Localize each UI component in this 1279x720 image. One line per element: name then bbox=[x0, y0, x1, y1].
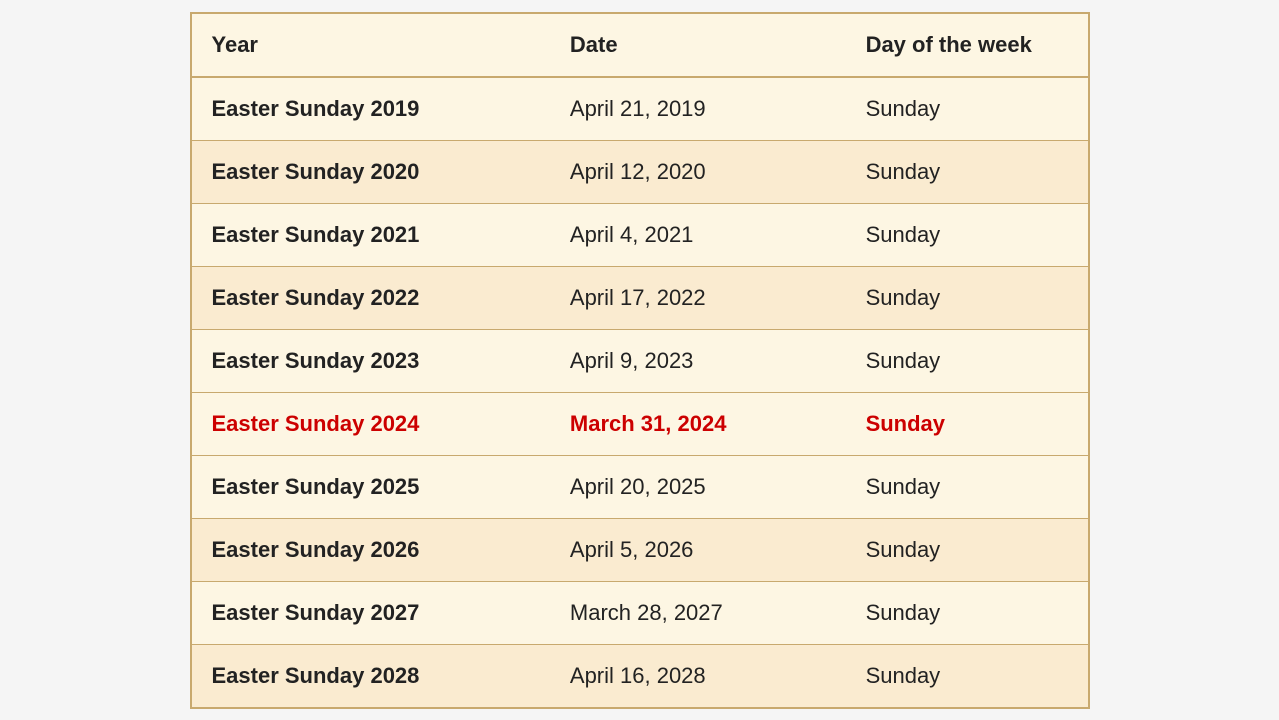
table-row: Easter Sunday 2022April 17, 2022Sunday bbox=[192, 266, 1088, 329]
table-row: Easter Sunday 2028April 16, 2028Sunday bbox=[192, 644, 1088, 707]
cell-year: Easter Sunday 2020 bbox=[192, 140, 550, 203]
table-row: Easter Sunday 2021April 4, 2021Sunday bbox=[192, 203, 1088, 266]
cell-date: April 21, 2019 bbox=[550, 77, 846, 141]
table-row: Easter Sunday 2019April 21, 2019Sunday bbox=[192, 77, 1088, 141]
easter-table: Year Date Day of the week Easter Sunday … bbox=[192, 14, 1088, 707]
cell-day: Sunday bbox=[846, 581, 1088, 644]
cell-date: April 4, 2021 bbox=[550, 203, 846, 266]
cell-year: Easter Sunday 2024 bbox=[192, 392, 550, 455]
table-row: Easter Sunday 2020April 12, 2020Sunday bbox=[192, 140, 1088, 203]
header-date: Date bbox=[550, 14, 846, 77]
cell-day: Sunday bbox=[846, 644, 1088, 707]
cell-date: April 9, 2023 bbox=[550, 329, 846, 392]
cell-year: Easter Sunday 2028 bbox=[192, 644, 550, 707]
cell-date: April 20, 2025 bbox=[550, 455, 846, 518]
cell-date: March 31, 2024 bbox=[550, 392, 846, 455]
header-day: Day of the week bbox=[846, 14, 1088, 77]
cell-day: Sunday bbox=[846, 140, 1088, 203]
cell-year: Easter Sunday 2025 bbox=[192, 455, 550, 518]
cell-day: Sunday bbox=[846, 266, 1088, 329]
table-row: Easter Sunday 2027March 28, 2027Sunday bbox=[192, 581, 1088, 644]
cell-date: April 17, 2022 bbox=[550, 266, 846, 329]
cell-day: Sunday bbox=[846, 329, 1088, 392]
cell-date: April 12, 2020 bbox=[550, 140, 846, 203]
cell-year: Easter Sunday 2027 bbox=[192, 581, 550, 644]
table-row: Easter Sunday 2024March 31, 2024Sunday bbox=[192, 392, 1088, 455]
cell-year: Easter Sunday 2023 bbox=[192, 329, 550, 392]
cell-day: Sunday bbox=[846, 203, 1088, 266]
table-row: Easter Sunday 2023April 9, 2023Sunday bbox=[192, 329, 1088, 392]
table-header-row: Year Date Day of the week bbox=[192, 14, 1088, 77]
cell-year: Easter Sunday 2026 bbox=[192, 518, 550, 581]
cell-date: April 5, 2026 bbox=[550, 518, 846, 581]
cell-day: Sunday bbox=[846, 77, 1088, 141]
header-year: Year bbox=[192, 14, 550, 77]
cell-day: Sunday bbox=[846, 455, 1088, 518]
cell-year: Easter Sunday 2022 bbox=[192, 266, 550, 329]
cell-year: Easter Sunday 2019 bbox=[192, 77, 550, 141]
table-row: Easter Sunday 2025April 20, 2025Sunday bbox=[192, 455, 1088, 518]
cell-day: Sunday bbox=[846, 518, 1088, 581]
cell-year: Easter Sunday 2021 bbox=[192, 203, 550, 266]
cell-date: March 28, 2027 bbox=[550, 581, 846, 644]
table-row: Easter Sunday 2026April 5, 2026Sunday bbox=[192, 518, 1088, 581]
easter-table-container: Year Date Day of the week Easter Sunday … bbox=[190, 12, 1090, 709]
cell-day: Sunday bbox=[846, 392, 1088, 455]
cell-date: April 16, 2028 bbox=[550, 644, 846, 707]
